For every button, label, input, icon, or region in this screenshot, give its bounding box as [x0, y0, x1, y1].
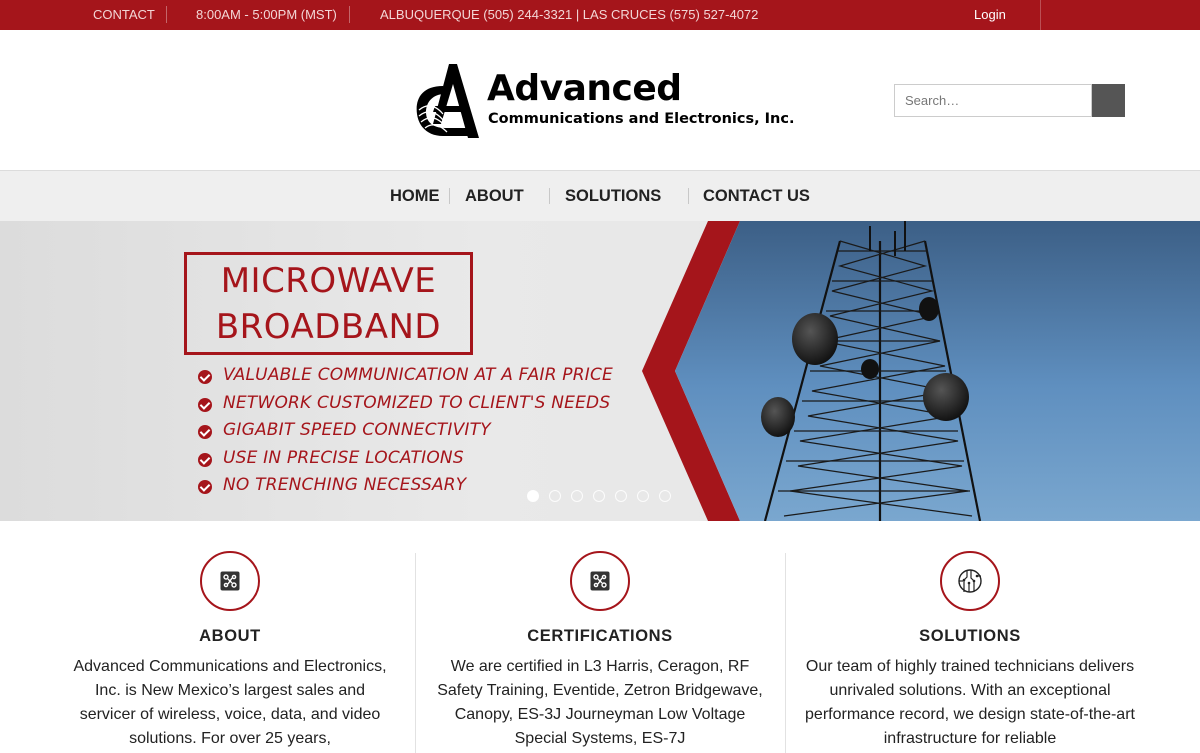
- top-bar: CONTACT 8:00AM - 5:00PM (MST) ALBUQUERQU…: [0, 0, 1200, 30]
- feature-title: CERTIFICATIONS: [527, 627, 673, 645]
- headline-box: MICROWAVE BROADBAND: [184, 252, 473, 355]
- business-hours: 8:00AM - 5:00PM (MST): [196, 7, 337, 22]
- feature-text: Advanced Communications and Electronics,…: [73, 658, 387, 747]
- logo-title: Advanced: [487, 68, 682, 109]
- slider-dot-6[interactable]: [637, 490, 649, 502]
- nav-about[interactable]: ABOUT: [465, 171, 524, 221]
- check-circle-icon: [198, 370, 212, 384]
- ace-logo-mark-icon: [416, 64, 479, 138]
- hero-bullet-text: USE IN PRECISE LOCATIONS: [223, 447, 464, 468]
- topbar-divider: [166, 6, 167, 23]
- check-circle-icon: [198, 480, 212, 494]
- site-header: Advanced Communications and Electronics,…: [0, 30, 1200, 170]
- hero-bullet-text: NETWORK CUSTOMIZED TO CLIENT'S NEEDS: [223, 392, 611, 413]
- nav-home[interactable]: HOME: [390, 171, 440, 221]
- slider-dot-5[interactable]: [615, 490, 627, 502]
- hero-bullet-text: VALUABLE COMMUNICATION AT A FAIR PRICE: [223, 365, 613, 385]
- hero-bullet-text: GIGABIT SPEED CONNECTIVITY: [223, 420, 491, 440]
- feature-text: We are certified in L3 Harris, Ceragon, …: [437, 658, 763, 747]
- features-section: ABOUT Advanced Communications and Electr…: [0, 521, 1200, 753]
- chip-icon: [940, 551, 1000, 611]
- feature-text: Our team of highly trained technicians d…: [805, 658, 1135, 747]
- slider-dot-1[interactable]: [527, 490, 539, 502]
- slider-dot-7[interactable]: [659, 490, 671, 502]
- main-nav: HOME ABOUT SOLUTIONS CONTACT US: [0, 170, 1200, 221]
- search-form: [894, 84, 1125, 117]
- check-circle-icon: [198, 397, 212, 412]
- site-logo[interactable]: Advanced Communications and Electronics,…: [413, 62, 795, 140]
- search-button[interactable]: [1092, 84, 1125, 117]
- logo-subtitle: Communications and Electronics, Inc.: [488, 111, 795, 127]
- headline-line-2: BROADBAND: [215, 307, 442, 347]
- contact-link[interactable]: CONTACT: [93, 0, 155, 30]
- nav-solutions[interactable]: SOLUTIONS: [565, 171, 661, 221]
- circuit-icon: [200, 551, 260, 611]
- nav-divider: [449, 188, 450, 204]
- feature-title: SOLUTIONS: [919, 627, 1021, 645]
- nav-divider: [549, 188, 550, 204]
- topbar-divider: [1040, 0, 1041, 30]
- feature-title: ABOUT: [199, 627, 261, 645]
- nav-contact-us[interactable]: CONTACT US: [703, 171, 810, 221]
- check-circle-icon: [198, 452, 212, 467]
- hero-slider[interactable]: MICROWAVE BROADBAND VALUABLE COMMUNICATI…: [0, 221, 1200, 521]
- feature-certifications: CERTIFICATIONS We are certified in L3 Ha…: [415, 521, 785, 750]
- check-circle-icon: [198, 425, 212, 439]
- phone-numbers: ALBUQUERQUE (505) 244-3321 | LAS CRUCES …: [380, 7, 759, 22]
- topbar-divider: [349, 6, 350, 23]
- slider-dot-4[interactable]: [593, 490, 605, 502]
- search-input[interactable]: [894, 84, 1092, 117]
- feature-about: ABOUT Advanced Communications and Electr…: [45, 521, 415, 750]
- hero-bullet-text: NO TRENCHING NECESSARY: [223, 475, 467, 495]
- headline-line-1: MICROWAVE: [220, 261, 437, 301]
- feature-solutions: SOLUTIONS Our team of highly trained tec…: [785, 521, 1155, 750]
- slider-dot-3[interactable]: [571, 490, 583, 502]
- nav-divider: [688, 188, 689, 204]
- slider-dot-2[interactable]: [549, 490, 561, 502]
- login-link[interactable]: Login: [974, 0, 1006, 30]
- circuit-icon: [570, 551, 630, 611]
